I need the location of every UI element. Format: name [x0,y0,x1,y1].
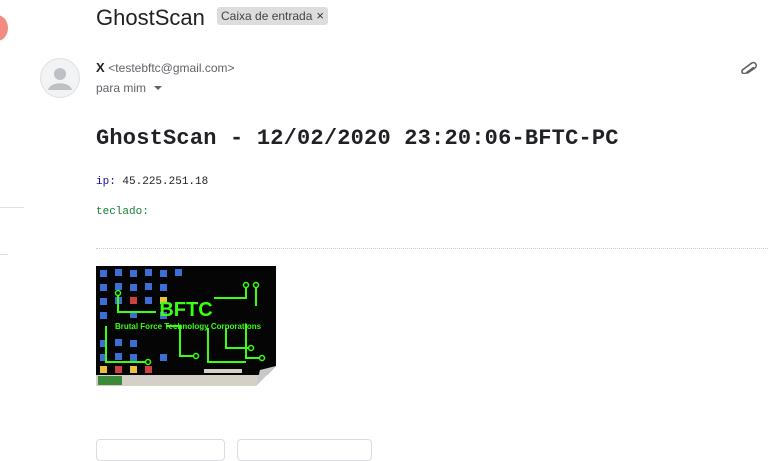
left-divider [0,207,24,208]
recipient-label: para mim [96,81,147,95]
thumb-brand: BFTC [159,299,212,321]
label-text: Caixa de entrada [221,9,313,23]
ip-line: ip: 45.225.251.18 [96,176,208,188]
ip-label: ip: [96,176,116,188]
keys-line: teclado: [96,206,149,218]
keys-label: teclado: [96,206,149,218]
screenshot-attachment-thumbnail[interactable]: BFTC Brutal Force Technology Corporation… [96,266,276,386]
forward-button[interactable] [237,439,372,461]
chevron-down-icon[interactable] [154,86,163,90]
paperclip-icon[interactable] [739,60,759,79]
left-edge-indicator [0,15,8,41]
close-icon[interactable]: × [316,7,324,25]
ip-value: 45.225.251.18 [122,176,209,188]
body-title: GhostScan - 12/02/2020 23:20:06-BFTC-PC [96,126,619,151]
sender: X <testebftc@gmail.com> [96,60,235,75]
email-subject: GhostScan [96,5,205,30]
recipient-toggle[interactable]: para mim [96,81,163,95]
sender-name[interactable]: X [96,60,105,75]
separator [96,248,768,249]
thumb-tagline: Brutal Force Technology Corporations [115,322,262,331]
sender-email: <testebftc@gmail.com> [108,61,235,75]
inbox-label-chip[interactable]: Caixa de entrada × [217,7,328,25]
avatar-icon[interactable] [40,58,80,98]
reply-button[interactable] [96,439,225,461]
left-divider-2 [0,254,8,255]
